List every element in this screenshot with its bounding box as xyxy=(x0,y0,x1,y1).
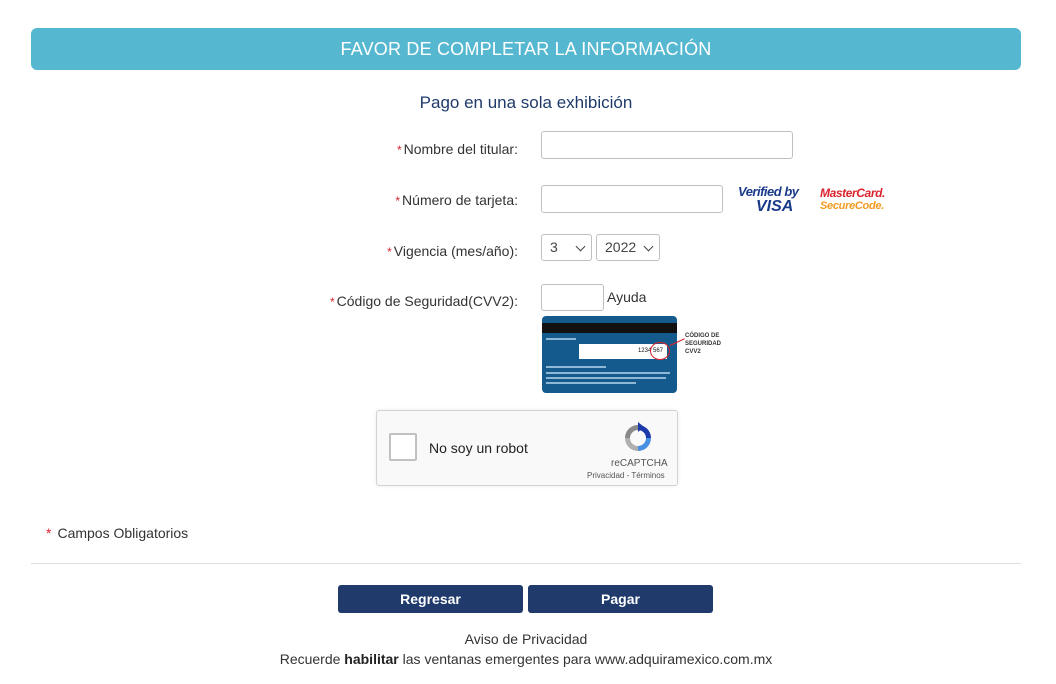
recaptcha-label: No soy un robot xyxy=(429,440,528,456)
mc-line2: SecureCode. xyxy=(820,200,884,212)
required-note-text: Campos Obligatorios xyxy=(57,525,189,541)
required-marker: * xyxy=(396,143,402,157)
recaptcha-terms-link[interactable]: Privacidad - Términos xyxy=(587,471,665,480)
mastercard-securecode-logo: MasterCard. SecureCode. xyxy=(820,186,885,213)
privacy-notice-link[interactable]: Aviso de Privacidad xyxy=(0,631,1052,647)
recaptcha-widget: No soy un robot reCAPTCHA Privacidad - T… xyxy=(376,410,678,486)
popup-prefix: Recuerde xyxy=(279,651,345,667)
cvv-help-link[interactable]: Ayuda xyxy=(607,289,646,305)
chevron-down-icon xyxy=(643,241,654,252)
cvv-input[interactable] xyxy=(541,284,604,311)
vbv-line2: VISA xyxy=(756,198,794,215)
required-marker: * xyxy=(329,295,335,309)
recaptcha-checkbox[interactable] xyxy=(389,433,417,461)
card-number-input[interactable] xyxy=(541,185,723,213)
magnetic-stripe xyxy=(542,323,677,333)
recaptcha-icon xyxy=(625,422,651,451)
cvv-label-text: Código de Seguridad(CVV2): xyxy=(336,293,518,309)
holder-name-label: * Nombre del titular: xyxy=(397,141,518,157)
mc-line1: MasterCard. xyxy=(820,186,885,200)
holder-name-label-text: Nombre del titular: xyxy=(403,141,518,157)
card-number-label-text: Número de tarjeta: xyxy=(402,192,518,208)
cvv-callout: CÓDIGO DE SEGURIDAD CVV2 xyxy=(685,332,721,356)
divider xyxy=(31,563,1021,564)
expiry-year-value: 2022 xyxy=(605,239,637,255)
card-text-line xyxy=(546,338,576,340)
card-back-image: 1234 567 xyxy=(542,316,677,393)
card-text-line xyxy=(546,372,670,374)
required-marker: * xyxy=(387,245,392,259)
cvv-label: * Código de Seguridad(CVV2): xyxy=(330,293,518,309)
recaptcha-brand: reCAPTCHA xyxy=(611,458,668,469)
chevron-down-icon xyxy=(575,241,586,252)
popup-suffix: las ventanas emergentes para www.adquira… xyxy=(398,651,773,667)
pay-button[interactable]: Pagar xyxy=(528,585,713,613)
holder-name-input[interactable] xyxy=(541,131,793,159)
payment-mode-title: Pago en una sola exhibición xyxy=(419,93,633,112)
popup-bold: habilitar xyxy=(344,651,399,667)
popup-reminder: Recuerde habilitar las ventanas emergent… xyxy=(0,651,1052,667)
cvv-highlight-circle xyxy=(650,342,670,360)
required-marker: * xyxy=(395,194,401,208)
expiry-year-select[interactable]: 2022 xyxy=(596,234,660,261)
required-fields-note: * Campos Obligatorios xyxy=(46,525,188,541)
card-text-line xyxy=(546,377,666,379)
form-header: FAVOR DE COMPLETAR LA INFORMACIÓN xyxy=(31,28,1021,70)
expiry-month-value: 3 xyxy=(550,239,558,255)
expiry-month-select[interactable]: 3 xyxy=(541,234,592,261)
card-number-label: * Número de tarjeta: xyxy=(395,192,518,208)
vbv-line1: Verified by xyxy=(738,184,799,199)
required-marker: * xyxy=(46,525,52,541)
verified-by-visa-logo: Verified by VISA xyxy=(738,185,804,215)
expiry-label: * Vigencia (mes/año): xyxy=(387,243,518,259)
back-button[interactable]: Regresar xyxy=(338,585,523,613)
cvv-callout-line1: CÓDIGO DE xyxy=(685,333,720,339)
card-text-line xyxy=(546,366,606,368)
cvv-callout-line2: SEGURIDAD xyxy=(685,341,722,347)
expiry-label-text: Vigencia (mes/año): xyxy=(393,243,518,259)
cvv-callout-line3: CVV2 xyxy=(685,349,701,355)
card-text-line xyxy=(546,382,636,384)
